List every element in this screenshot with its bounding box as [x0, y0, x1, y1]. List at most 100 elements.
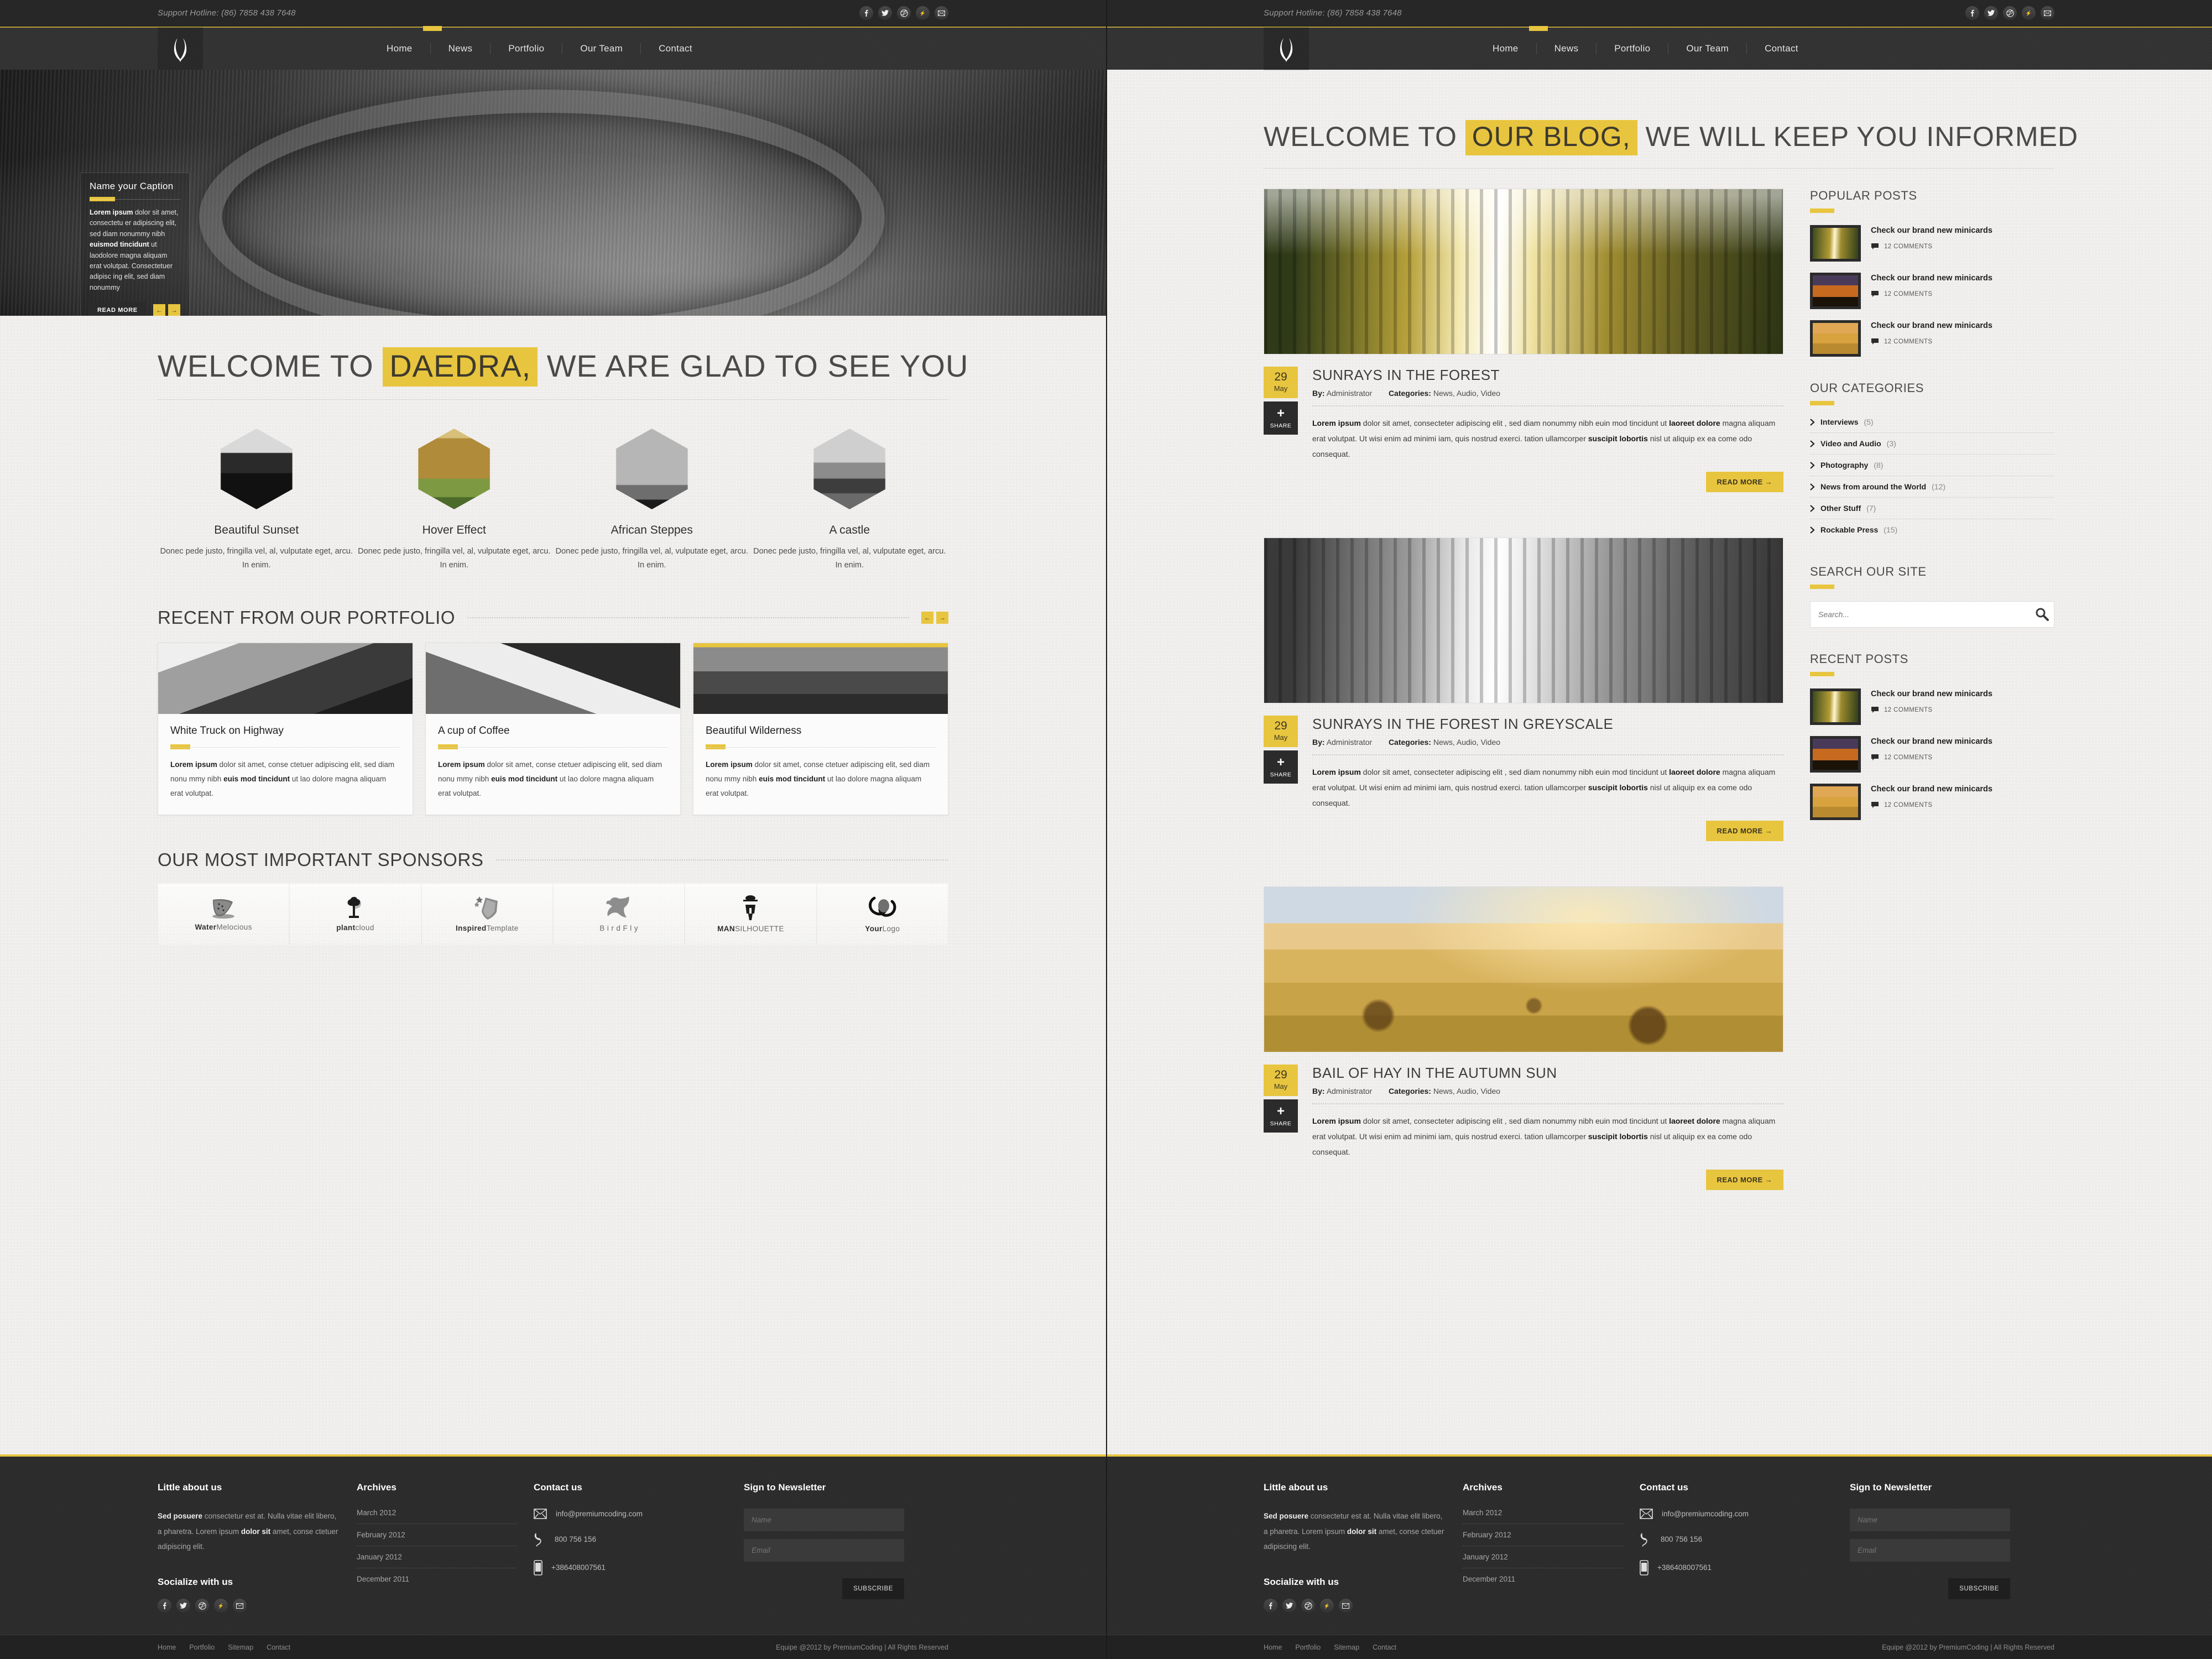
mail-icon[interactable]: [1339, 1599, 1353, 1613]
feature-item[interactable]: Beautiful Sunset Donec pede justo, fring…: [158, 429, 356, 573]
bottom-link-contact[interactable]: Contact: [1373, 1644, 1396, 1651]
nav-item-contact[interactable]: Contact: [1747, 43, 1816, 54]
contact-mobile-row[interactable]: +386408007561: [1640, 1560, 1833, 1575]
archive-link[interactable]: December 2011: [357, 1575, 517, 1590]
bottom-link-portfolio[interactable]: Portfolio: [189, 1644, 215, 1651]
bottom-link-home[interactable]: Home: [158, 1644, 176, 1651]
portfolio-card[interactable]: A cup of Coffee Lorem ipsum dolor sit am…: [425, 642, 681, 815]
sponsor-item[interactable]: YourLogo: [816, 883, 948, 945]
contact-mobile-row[interactable]: +386408007561: [534, 1560, 727, 1575]
sunrays-forest-greyscale-image[interactable]: [1264, 538, 1783, 703]
facebook-icon[interactable]: [158, 1599, 171, 1613]
slider-prev-button[interactable]: ←: [153, 304, 165, 316]
twitter-icon[interactable]: [1984, 6, 1998, 20]
post-read-more-button[interactable]: READ MORE →: [1705, 472, 1783, 492]
newsletter-email-input[interactable]: [744, 1538, 904, 1562]
sponsor-item[interactable]: plantcloud: [289, 883, 421, 945]
category-item[interactable]: News from around the World (12): [1810, 482, 2054, 498]
sunrays-forest-color-image[interactable]: [1264, 189, 1783, 354]
search-icon[interactable]: [2035, 607, 2049, 622]
category-item[interactable]: Rockable Press (15): [1810, 525, 2054, 540]
bottom-link-home[interactable]: Home: [1264, 1644, 1282, 1651]
contact-phone-row[interactable]: 800 756 156: [534, 1532, 727, 1547]
nav-item-portfolio[interactable]: Portfolio: [1597, 43, 1668, 54]
twitter-icon[interactable]: [878, 6, 892, 20]
dribbble-icon[interactable]: [195, 1599, 209, 1613]
post-read-more-button[interactable]: READ MORE →: [1705, 1170, 1783, 1190]
portfolio-prev-button[interactable]: ←: [921, 611, 933, 624]
mail-icon[interactable]: [935, 6, 948, 20]
category-item[interactable]: Photography (8): [1810, 461, 2054, 476]
post-share-button[interactable]: + SHARE: [1264, 401, 1298, 435]
dribbble-icon[interactable]: [897, 6, 911, 20]
nav-item-our-team[interactable]: Our Team: [562, 43, 640, 54]
nav-item-our-team[interactable]: Our Team: [1668, 43, 1746, 54]
post-read-more-button[interactable]: READ MORE →: [1705, 821, 1783, 841]
mail-icon[interactable]: [2041, 6, 2054, 20]
archive-link[interactable]: March 2012: [357, 1509, 517, 1524]
slider-next-button[interactable]: →: [168, 304, 180, 316]
facebook-icon[interactable]: [1264, 1599, 1277, 1613]
category-item[interactable]: Interviews (5): [1810, 418, 2054, 433]
nav-item-contact[interactable]: Contact: [641, 43, 710, 54]
portfolio-card[interactable]: White Truck on Highway Lorem ipsum dolor…: [158, 642, 413, 815]
bottom-link-contact[interactable]: Contact: [267, 1644, 290, 1651]
portfolio-card[interactable]: Beautiful Wilderness Lorem ipsum dolor s…: [693, 642, 948, 815]
flickr-icon[interactable]: ⚡: [916, 6, 930, 20]
post-title[interactable]: BAIL OF HAY IN THE AUTUMN SUN: [1312, 1065, 1783, 1082]
facebook-icon[interactable]: [1965, 6, 1979, 20]
bottom-link-portfolio[interactable]: Portfolio: [1295, 1644, 1321, 1651]
twitter-icon[interactable]: [176, 1599, 190, 1613]
dribbble-icon[interactable]: [2003, 6, 2017, 20]
twitter-icon[interactable]: [1282, 1599, 1296, 1613]
portfolio-next-button[interactable]: →: [936, 611, 948, 624]
flickr-icon[interactable]: ⚡: [2022, 6, 2036, 20]
newsletter-name-input[interactable]: [744, 1508, 904, 1531]
archive-link[interactable]: January 2012: [357, 1553, 517, 1568]
list-item[interactable]: Check our brand new minicards 12 COMMENT…: [1810, 225, 2054, 262]
sponsor-item[interactable]: MANSILHOUETTE: [685, 883, 817, 945]
archive-link[interactable]: December 2011: [1463, 1575, 1623, 1590]
feature-item[interactable]: A castle Donec pede justo, fringilla vel…: [751, 429, 949, 573]
archive-link[interactable]: February 2012: [357, 1531, 517, 1546]
search-input[interactable]: [1818, 604, 2035, 625]
post-title[interactable]: SUNRAYS IN THE FOREST IN GREYSCALE: [1312, 716, 1783, 733]
archive-link[interactable]: January 2012: [1463, 1553, 1623, 1568]
newsletter-name-input[interactable]: [1850, 1508, 2010, 1531]
archive-link[interactable]: March 2012: [1463, 1509, 1623, 1524]
contact-email-row[interactable]: info@premiumcoding.com: [1640, 1509, 1833, 1519]
bottom-link-sitemap[interactable]: Sitemap: [1334, 1644, 1359, 1651]
category-item[interactable]: Other Stuff (7): [1810, 504, 2054, 519]
feature-item[interactable]: Hover Effect Donec pede justo, fringilla…: [356, 429, 554, 573]
flickr-icon[interactable]: ⚡: [1320, 1599, 1334, 1613]
subscribe-button[interactable]: SUBSCRIBE: [1948, 1578, 2010, 1599]
search-box[interactable]: [1810, 601, 2054, 628]
list-item[interactable]: Check our brand new minicards 12 COMMENT…: [1810, 273, 2054, 309]
facebook-icon[interactable]: [859, 6, 873, 20]
sponsor-item[interactable]: InspiredTemplate: [421, 883, 553, 945]
post-title[interactable]: SUNRAYS IN THE FOREST: [1312, 367, 1783, 384]
list-item[interactable]: Check our brand new minicards 12 COMMENT…: [1810, 736, 2054, 773]
bottom-link-sitemap[interactable]: Sitemap: [228, 1644, 253, 1651]
contact-email-row[interactable]: info@premiumcoding.com: [534, 1509, 727, 1519]
dribbble-icon[interactable]: [1301, 1599, 1315, 1613]
sponsor-item[interactable]: B i r d F l y: [552, 883, 685, 945]
bail-of-hay-autumn-image[interactable]: [1264, 886, 1783, 1052]
newsletter-email-input[interactable]: [1850, 1538, 2010, 1562]
flickr-icon[interactable]: ⚡: [214, 1599, 228, 1613]
post-share-button[interactable]: + SHARE: [1264, 1099, 1298, 1133]
nav-item-news[interactable]: News: [431, 43, 491, 54]
post-share-button[interactable]: + SHARE: [1264, 750, 1298, 784]
subscribe-button[interactable]: SUBSCRIBE: [842, 1578, 904, 1599]
nav-item-portfolio[interactable]: Portfolio: [491, 43, 562, 54]
archive-link[interactable]: February 2012: [1463, 1531, 1623, 1546]
site-logo[interactable]: [158, 27, 203, 70]
nav-item-home[interactable]: Home: [369, 43, 430, 54]
contact-phone-row[interactable]: 800 756 156: [1640, 1532, 1833, 1547]
sponsor-item[interactable]: WaterMelocious: [158, 883, 290, 945]
site-logo[interactable]: [1264, 27, 1309, 70]
feature-item[interactable]: African Steppes Donec pede justo, fringi…: [553, 429, 751, 573]
list-item[interactable]: Check our brand new minicards 12 COMMENT…: [1810, 320, 2054, 357]
nav-item-news[interactable]: News: [1537, 43, 1597, 54]
category-item[interactable]: Video and Audio (3): [1810, 439, 2054, 455]
